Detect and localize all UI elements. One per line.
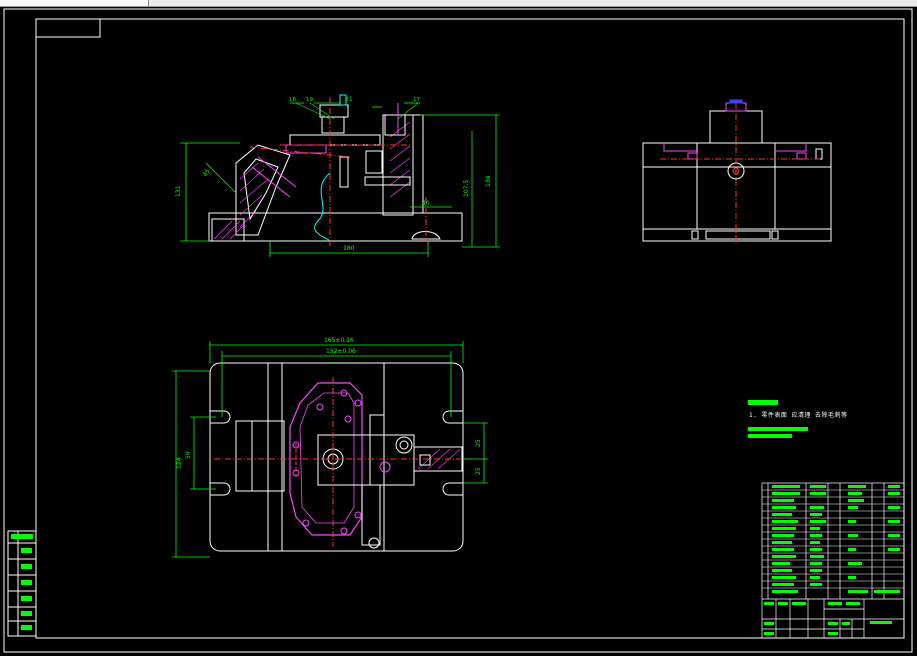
balloon-19: 19 (306, 97, 313, 103)
angled-block (235, 144, 297, 236)
dim-small-mid: 40 (422, 200, 430, 207)
base-plate (208, 212, 463, 242)
window-title-bar (0, 0, 917, 7)
dim-height-inner: 107.5 (463, 180, 470, 197)
dim-right-lower: 25 (475, 467, 482, 475)
dim-height-left: 131 (175, 185, 182, 197)
drawing-canvas[interactable]: 131 134 107.5 180 21 40 45 18 19 17 165±… (0, 7, 917, 656)
reverse-title-box (35, 18, 101, 38)
side-view (642, 99, 832, 245)
dim-inner-width: 152±0.06 (326, 348, 356, 355)
dim-height-right: 134 (485, 175, 492, 187)
dim-small-top: 21 (345, 96, 353, 103)
balloon-18: 18 (289, 97, 296, 103)
drawing-tab[interactable] (0, 0, 149, 6)
dim-height-outer: 124 (176, 457, 183, 469)
cad-viewer: 131 134 107.5 180 21 40 45 18 19 17 165±… (0, 0, 917, 656)
dim-angle: 45 (202, 168, 212, 178)
break-line (314, 172, 331, 242)
technical-notes (748, 400, 808, 438)
dim-overall-width: 165±0.16 (324, 337, 354, 344)
dim-right-upper: 25 (475, 439, 482, 447)
dim-height-inner-top: 59 (185, 451, 192, 459)
dim-width-bottom: 180 (343, 245, 355, 252)
inner-frame (35, 18, 905, 639)
binding-strip (7, 530, 37, 637)
balloon-17: 17 (413, 97, 420, 103)
technical-note: 1. 零件表面 应清理 去除毛刺等 (749, 412, 848, 419)
top-view: 165±0.16 152±0.06 124 59 25 25 (172, 337, 488, 558)
side-base (642, 142, 832, 242)
parts-list-rows (762, 485, 904, 635)
clamp-arm (289, 134, 381, 146)
front-view: 131 134 107.5 180 21 40 45 18 19 17 (175, 94, 500, 257)
